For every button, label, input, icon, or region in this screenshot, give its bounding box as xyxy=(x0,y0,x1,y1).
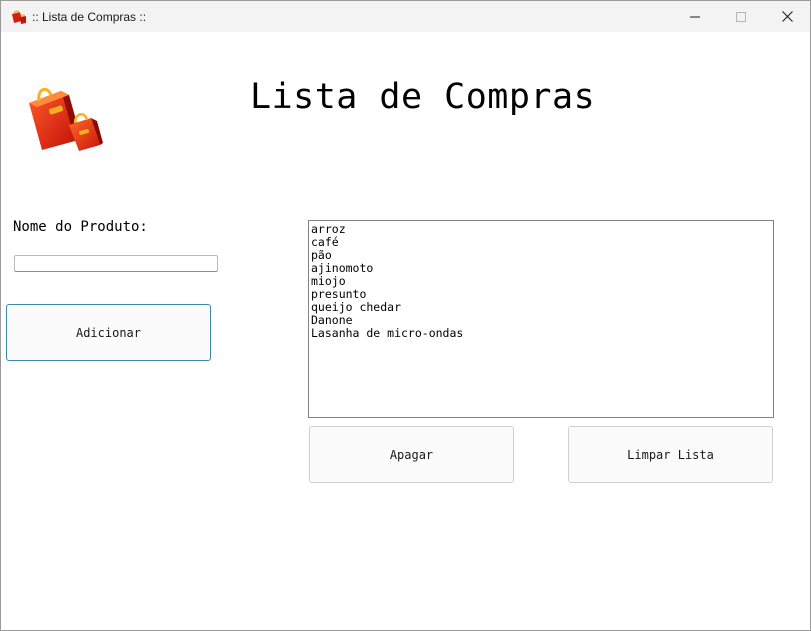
close-icon xyxy=(781,11,793,22)
app-window: :: Lista de Compras :: Lista de Compras … xyxy=(0,0,811,631)
title-bar[interactable]: :: Lista de Compras :: xyxy=(1,1,810,32)
clear-list-button[interactable]: Limpar Lista xyxy=(568,426,773,483)
minimize-icon xyxy=(690,12,700,22)
product-name-input[interactable] xyxy=(14,255,218,272)
delete-button[interactable]: Apagar xyxy=(309,426,514,483)
maximize-icon xyxy=(736,11,746,22)
maximize-button[interactable] xyxy=(718,1,764,32)
list-item[interactable]: café xyxy=(311,236,771,249)
list-item[interactable]: arroz xyxy=(311,223,771,236)
product-name-label: Nome do Produto: xyxy=(13,219,148,235)
list-item[interactable]: queijo chedar xyxy=(311,301,771,314)
minimize-button[interactable] xyxy=(672,1,718,32)
shopping-bags-icon xyxy=(11,9,27,25)
close-button[interactable] xyxy=(764,1,810,32)
shopping-list[interactable]: arroz café pão ajinomoto miojo presunto queijo… xyxy=(308,220,774,418)
window-title: :: Lista de Compras :: xyxy=(32,10,147,24)
list-item[interactable]: Lasanha de micro-ondas xyxy=(311,327,771,340)
list-item[interactable]: ajinomoto xyxy=(311,262,771,275)
list-item[interactable]: pão xyxy=(311,249,771,262)
list-item[interactable]: miojo xyxy=(311,275,771,288)
shopping-bags-icon xyxy=(25,81,105,155)
page-title: Lista de Compras xyxy=(250,77,596,117)
add-button[interactable]: Adicionar xyxy=(6,304,211,361)
